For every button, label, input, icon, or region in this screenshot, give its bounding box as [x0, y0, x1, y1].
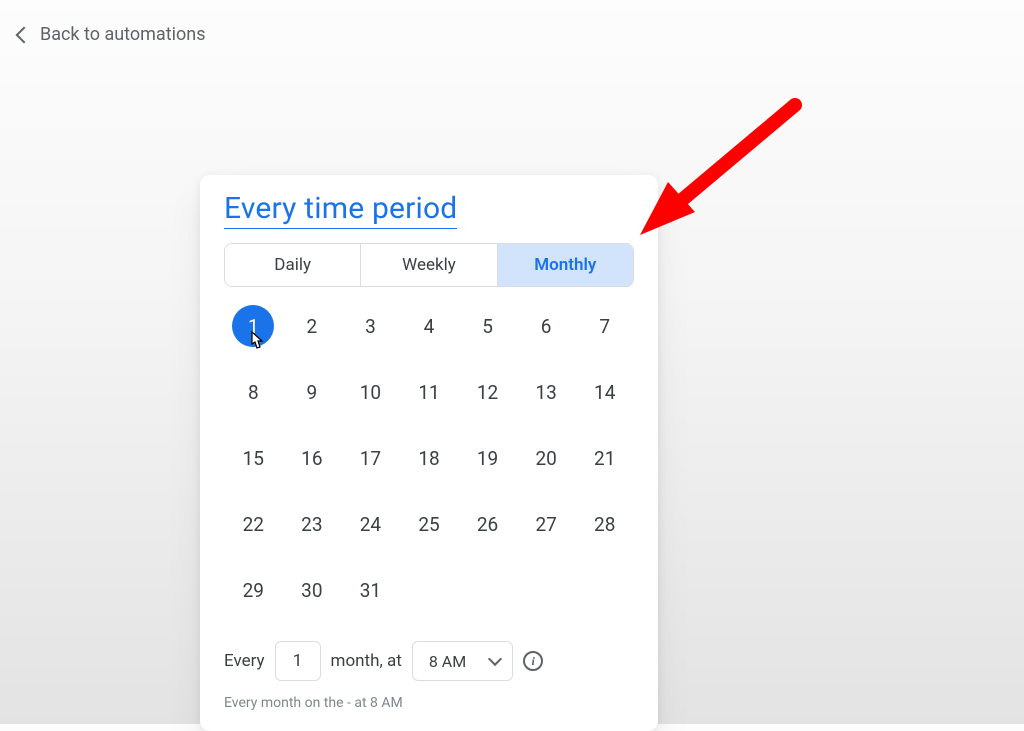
day-cell[interactable]: 28: [575, 503, 634, 545]
day-cell[interactable]: 1: [224, 305, 283, 347]
day-cell[interactable]: 26: [458, 503, 517, 545]
day-cell[interactable]: 27: [517, 503, 576, 545]
time-period-card: Every time period Daily Weekly Monthly 1…: [200, 175, 658, 731]
frequency-number-value: 1: [293, 651, 303, 671]
day-cell[interactable]: 13: [517, 371, 576, 413]
period-tabs: Daily Weekly Monthly: [224, 243, 634, 287]
day-cell[interactable]: 17: [341, 437, 400, 479]
day-cell[interactable]: 14: [575, 371, 634, 413]
day-cell[interactable]: 15: [224, 437, 283, 479]
day-cell[interactable]: 6: [517, 305, 576, 347]
time-selected-value: 8 AM: [429, 652, 466, 671]
day-cell[interactable]: 12: [458, 371, 517, 413]
day-cell[interactable]: 20: [517, 437, 576, 479]
freq-prefix: Every: [224, 651, 265, 671]
day-cell[interactable]: 3: [341, 305, 400, 347]
frequency-number-input[interactable]: 1: [275, 641, 321, 681]
day-grid: 1234567891011121314151617181920212223242…: [224, 305, 634, 611]
day-cell[interactable]: 8: [224, 371, 283, 413]
back-to-automations-link[interactable]: Back to automations: [18, 24, 206, 45]
day-cell[interactable]: 30: [283, 569, 342, 611]
frequency-row: Every 1 month, at 8 AM i: [224, 641, 634, 681]
back-label: Back to automations: [40, 24, 206, 45]
day-cell[interactable]: 9: [283, 371, 342, 413]
tab-monthly[interactable]: Monthly: [497, 244, 633, 286]
info-icon[interactable]: i: [523, 651, 543, 671]
day-cell[interactable]: 31: [341, 569, 400, 611]
chevron-left-icon: [16, 26, 33, 43]
chevron-down-icon: [488, 652, 502, 666]
cursor-pointer-icon: [246, 331, 266, 353]
day-cell[interactable]: 2: [283, 305, 342, 347]
day-cell[interactable]: 7: [575, 305, 634, 347]
time-select[interactable]: 8 AM: [412, 641, 513, 681]
day-cell[interactable]: 16: [283, 437, 342, 479]
day-cell[interactable]: 11: [400, 371, 459, 413]
day-cell[interactable]: 18: [400, 437, 459, 479]
day-cell[interactable]: 22: [224, 503, 283, 545]
day-cell[interactable]: 21: [575, 437, 634, 479]
day-cell[interactable]: 5: [458, 305, 517, 347]
day-cell[interactable]: 25: [400, 503, 459, 545]
day-cell[interactable]: 24: [341, 503, 400, 545]
day-cell[interactable]: 29: [224, 569, 283, 611]
day-cell[interactable]: 23: [283, 503, 342, 545]
tab-daily[interactable]: Daily: [225, 244, 360, 286]
day-cell[interactable]: 4: [400, 305, 459, 347]
schedule-summary: Every month on the - at 8 AM: [224, 695, 634, 711]
tab-weekly[interactable]: Weekly: [360, 244, 496, 286]
card-title[interactable]: Every time period: [224, 191, 457, 229]
freq-unit-label: month, at: [331, 651, 402, 671]
day-cell[interactable]: 10: [341, 371, 400, 413]
day-cell[interactable]: 19: [458, 437, 517, 479]
